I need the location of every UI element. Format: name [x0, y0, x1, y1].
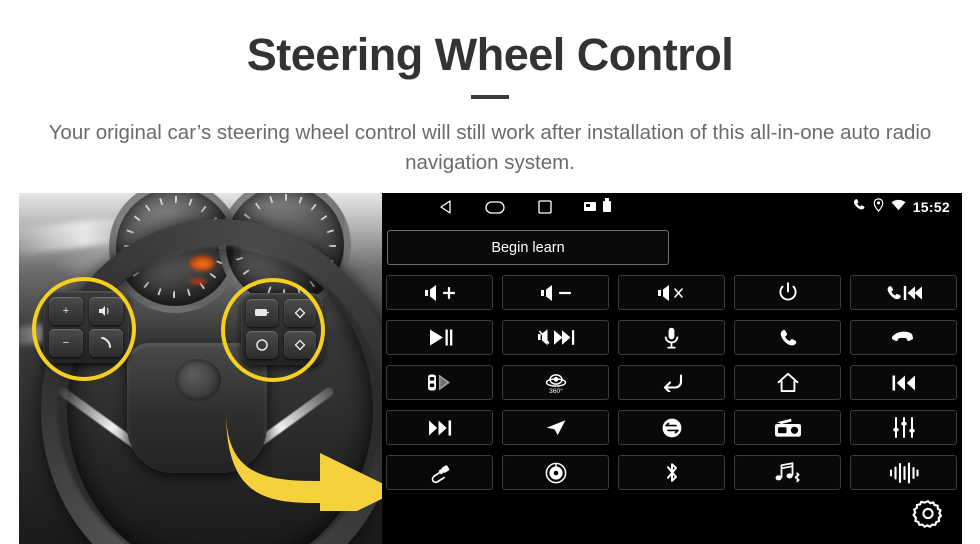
page-subtitle: Your original car’s steering wheel contr… [48, 121, 932, 174]
phone-icon [852, 198, 866, 217]
next-track-button[interactable] [386, 410, 493, 445]
volume-up-button[interactable] [386, 275, 493, 310]
bluetooth-music-button[interactable] [734, 455, 841, 490]
call-previous-button[interactable] [850, 275, 957, 310]
gear-icon [912, 498, 944, 535]
mute-next-button[interactable] [502, 320, 609, 355]
home-oval-icon[interactable] [470, 193, 520, 221]
location-pin-icon [873, 197, 884, 217]
title-divider [471, 95, 509, 99]
status-clock: 15:52 [912, 199, 950, 215]
play-pause-button[interactable] [386, 320, 493, 355]
left-control-pad-highlight [32, 277, 136, 381]
pointer-arrow [224, 381, 382, 529]
swc-button-grid: 360° [386, 275, 958, 490]
android-status-bar: 15:52 [382, 193, 962, 221]
navigation-button[interactable] [502, 410, 609, 445]
mute-button[interactable] [618, 275, 725, 310]
previous-track-button[interactable] [850, 365, 957, 400]
wifi-icon [891, 198, 906, 216]
begin-learn-button[interactable]: Begin learn [387, 230, 669, 265]
back-button[interactable] [618, 365, 725, 400]
voice-wave-button[interactable] [850, 455, 957, 490]
head-unit-screen: 15:52 Begin learn 360° [382, 193, 962, 544]
page-title: Steering Wheel Control [246, 29, 734, 80]
airbag-emblem [175, 359, 221, 401]
volume-down-button[interactable] [502, 275, 609, 310]
right-control-pad-highlight [221, 278, 325, 382]
settings-button[interactable] [908, 496, 948, 536]
hang-up-button[interactable] [850, 320, 957, 355]
answer-call-button[interactable] [734, 320, 841, 355]
source-switch-button[interactable] [618, 410, 725, 445]
radio-button[interactable] [734, 410, 841, 445]
home-button[interactable] [734, 365, 841, 400]
sd-card-icon [584, 198, 596, 216]
parking-radar-button[interactable] [386, 365, 493, 400]
svg-text:360°: 360° [549, 387, 563, 395]
bluetooth-button[interactable] [618, 455, 725, 490]
steering-wheel-photo: + − [19, 193, 382, 544]
aux-button[interactable] [386, 455, 493, 490]
back-triangle-icon[interactable] [420, 193, 470, 221]
equalizer-button[interactable] [850, 410, 957, 445]
microphone-button[interactable] [618, 320, 725, 355]
page-header: Steering Wheel Control Your original car… [0, 0, 980, 186]
recents-square-icon[interactable] [520, 193, 570, 221]
disc-button[interactable] [502, 455, 609, 490]
power-button[interactable] [734, 275, 841, 310]
camera-360-button[interactable]: 360° [502, 365, 609, 400]
usb-drive-icon [603, 197, 611, 217]
